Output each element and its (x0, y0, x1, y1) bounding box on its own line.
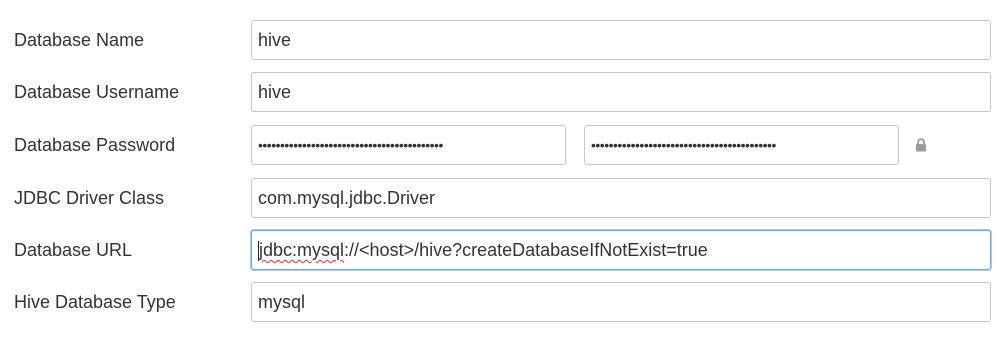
lock-icon (915, 138, 927, 152)
row-database-name: Database Name hive (0, 20, 999, 60)
database-url-label: Database URL (14, 240, 133, 260)
row-database-username: Database Username hive (0, 72, 999, 112)
database-password-label: Database Password (14, 135, 176, 155)
database-username-label: Database Username (14, 82, 180, 102)
row-database-password: Database Password ••••••••••••••••••••••… (0, 125, 999, 165)
spellcheck-word: jdbc:mysql (259, 240, 345, 260)
database-password-field[interactable]: ••••••••••••••••••••••••••••••••••••••••… (251, 125, 566, 165)
database-name-field[interactable]: hive (251, 20, 991, 60)
database-username-field[interactable]: hive (251, 72, 991, 112)
database-url-rest: ://<host>/hive?createDatabaseIfNotExist=… (344, 240, 708, 260)
row-hive-database-type: Hive Database Type mysql (0, 282, 999, 322)
jdbc-driver-class-field[interactable]: com.mysql.jdbc.Driver (251, 178, 991, 218)
jdbc-driver-class-label: JDBC Driver Class (14, 188, 165, 208)
database-password-confirm-field[interactable]: ••••••••••••••••••••••••••••••••••••••••… (584, 125, 899, 165)
hive-database-type-field[interactable]: mysql (251, 282, 991, 322)
database-url-field[interactable]: jdbc:mysql://<host>/hive?createDatabaseI… (251, 230, 991, 270)
row-jdbc-driver-class: JDBC Driver Class com.mysql.jdbc.Driver (0, 178, 999, 218)
row-database-url: Database URL jdbc:mysql://<host>/hive?cr… (0, 230, 999, 270)
hive-database-type-label: Hive Database Type (14, 292, 176, 312)
database-settings-form: Database Name hive Database Username hiv… (0, 0, 999, 337)
database-name-label: Database Name (14, 30, 145, 50)
